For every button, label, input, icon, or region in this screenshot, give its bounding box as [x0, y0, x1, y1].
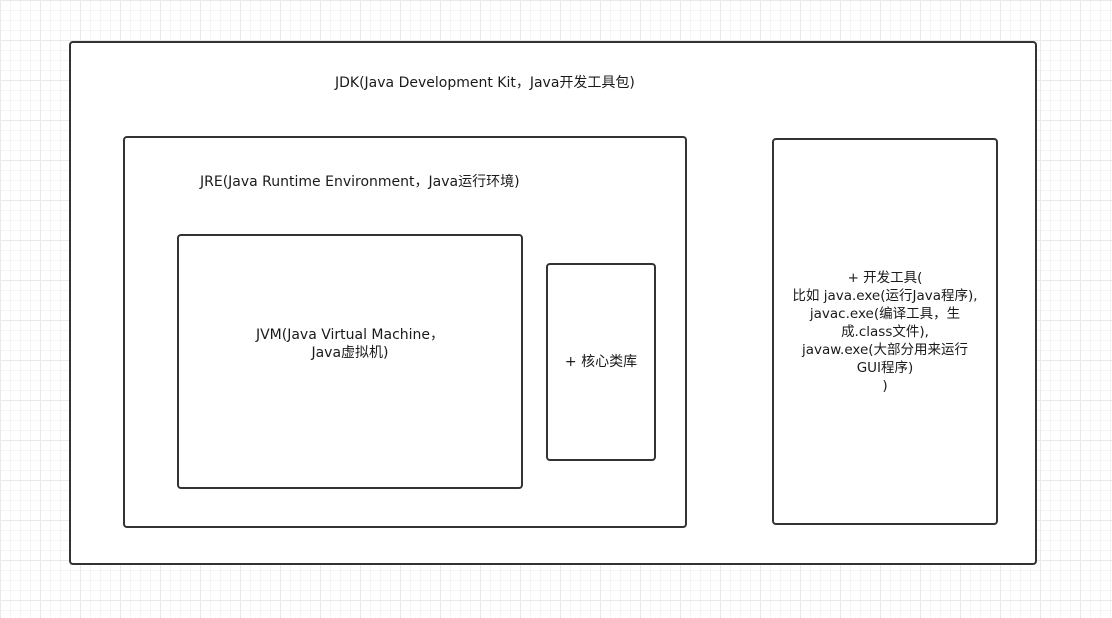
core-libs-box: + 核心类库 [546, 263, 656, 461]
core-libs-label-text: + 核心类库 [564, 354, 638, 370]
dev-tools-line-6: GUI程序) [856, 359, 914, 376]
dev-tools-line-1: + 开发工具( [847, 269, 923, 286]
jvm-box: JVM(Java Virtual Machine， Java虚拟机) [177, 234, 523, 489]
dev-tools-line-3: javac.exe(编译工具，生 [809, 305, 961, 322]
dev-tools-box: + 开发工具( 比如 java.exe(运行Java程序), javac.exe… [772, 138, 998, 525]
jre-label: JRE(Java Runtime Environment，Java运行环境) [200, 174, 520, 190]
jvm-label: JVM(Java Virtual Machine， Java虚拟机) [179, 326, 521, 362]
dev-tools-line-7: ) [882, 377, 888, 394]
jvm-label-line-1: JVM(Java Virtual Machine， [255, 326, 445, 343]
core-libs-label: + 核心类库 [548, 353, 654, 371]
dev-tools-label: + 开发工具( 比如 java.exe(运行Java程序), javac.exe… [774, 269, 996, 395]
jdk-label: JDK(Java Development Kit，Java开发工具包) [335, 75, 635, 91]
jvm-label-line-2: Java虚拟机) [311, 344, 389, 361]
dev-tools-line-4: 成.class文件), [841, 323, 929, 340]
dev-tools-line-5: javaw.exe(大部分用来运行 [801, 341, 969, 358]
dev-tools-line-2: 比如 java.exe(运行Java程序), [792, 287, 978, 304]
